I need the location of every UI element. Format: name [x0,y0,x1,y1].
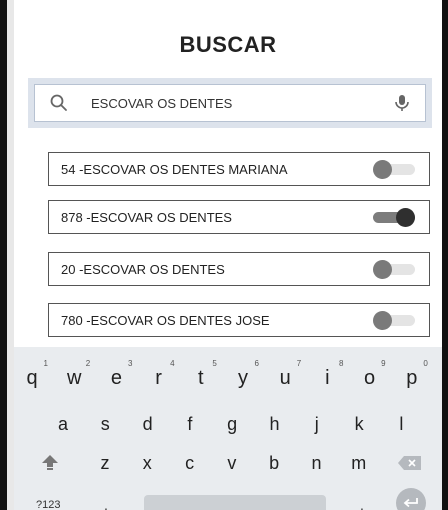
shift-icon[interactable] [40,454,60,470]
key-g[interactable]: g [217,414,247,435]
key-number-hint: 3 [127,359,133,368]
key-l[interactable]: l [386,414,416,435]
device-frame-right [442,0,448,510]
key-letter: p [406,367,418,389]
spacebar-key[interactable] [144,495,326,510]
list-item-label: 878 -ESCOVAR OS DENTES [61,209,232,225]
key-a[interactable]: a [48,414,78,435]
toggle-thumb [373,160,392,179]
key-number-hint: 0 [423,359,428,368]
list-item[interactable]: 780 -ESCOVAR OS DENTES JOSE [48,303,430,337]
list-item-label: 54 -ESCOVAR OS DENTES MARIANA [61,161,288,177]
key-m[interactable]: m [344,453,374,474]
key-n[interactable]: n [302,453,332,474]
key-t[interactable]: t5 [186,359,217,390]
key-letter: q [26,367,38,389]
period-key[interactable]: . [360,497,364,510]
microphone-icon[interactable] [393,93,411,113]
symbols-key[interactable]: ?123 [36,499,60,510]
toggle-switch[interactable] [373,311,415,330]
key-number-hint: 2 [85,359,91,368]
key-letter: u [279,367,291,389]
toggle-switch[interactable] [373,208,415,227]
list-item-label: 20 -ESCOVAR OS DENTES [61,261,225,277]
key-number-hint: 5 [212,359,217,368]
key-number-hint: 9 [381,359,386,368]
toggle-thumb [373,311,392,330]
key-h[interactable]: h [260,414,290,435]
search-icon[interactable] [49,93,69,113]
key-letter: i [325,367,330,389]
list-item[interactable]: 54 -ESCOVAR OS DENTES MARIANA [48,152,430,186]
key-e[interactable]: e3 [101,359,133,390]
key-letter: y [238,367,248,389]
key-c[interactable]: c [175,453,205,474]
key-letter: w [66,367,82,389]
enter-key[interactable] [396,488,426,510]
key-k[interactable]: k [344,414,374,435]
key-w[interactable]: w2 [59,359,90,390]
search-bar: ESCOVAR OS DENTES [28,78,432,128]
key-y[interactable]: y6 [228,359,259,390]
key-z[interactable]: z [90,453,120,474]
key-v[interactable]: v [217,453,247,474]
toggle-switch[interactable] [373,160,415,179]
key-q[interactable]: q1 [17,359,48,390]
key-r[interactable]: r4 [144,359,174,390]
list-item[interactable]: 878 -ESCOVAR OS DENTES [48,200,430,234]
key-letter: o [364,367,376,389]
key-letter: t [198,367,204,389]
backspace-icon[interactable] [397,455,423,471]
enter-icon [403,498,418,508]
device-frame-left [0,0,14,510]
key-o[interactable]: o9 [355,359,386,390]
comma-key[interactable]: , [104,497,108,510]
soft-keyboard: q1w2e3r4t5y6u7i8o9p0 asdfghjkl zxcvbnm ?… [14,347,442,510]
key-number-hint: 6 [254,359,259,368]
list-item-label: 780 -ESCOVAR OS DENTES JOSE [61,312,270,328]
toggle-thumb [373,260,392,279]
toggle-switch[interactable] [373,260,415,279]
app-screen: BUSCAR ESCOVAR OS DENTES 54 -ESCOVAR OS … [14,0,442,510]
toggle-thumb [396,208,415,227]
list-item[interactable]: 20 -ESCOVAR OS DENTES [48,252,430,286]
key-x[interactable]: x [132,453,162,474]
key-number-hint: 7 [296,359,302,368]
key-number-hint: 4 [170,359,175,368]
key-j[interactable]: j [302,414,332,435]
key-letter: r [155,367,162,389]
search-input[interactable]: ESCOVAR OS DENTES [34,84,426,122]
key-s[interactable]: s [90,414,120,435]
page-title: BUSCAR [179,32,277,57]
key-p[interactable]: p0 [397,359,428,390]
key-b[interactable]: b [259,453,289,474]
key-i[interactable]: i8 [312,359,343,390]
key-number-hint: 1 [43,359,48,368]
key-d[interactable]: d [133,414,163,435]
key-number-hint: 8 [338,359,344,368]
key-f[interactable]: f [175,414,205,435]
search-query-text[interactable]: ESCOVAR OS DENTES [91,96,393,111]
key-u[interactable]: u7 [270,359,302,390]
key-letter: e [110,367,122,389]
